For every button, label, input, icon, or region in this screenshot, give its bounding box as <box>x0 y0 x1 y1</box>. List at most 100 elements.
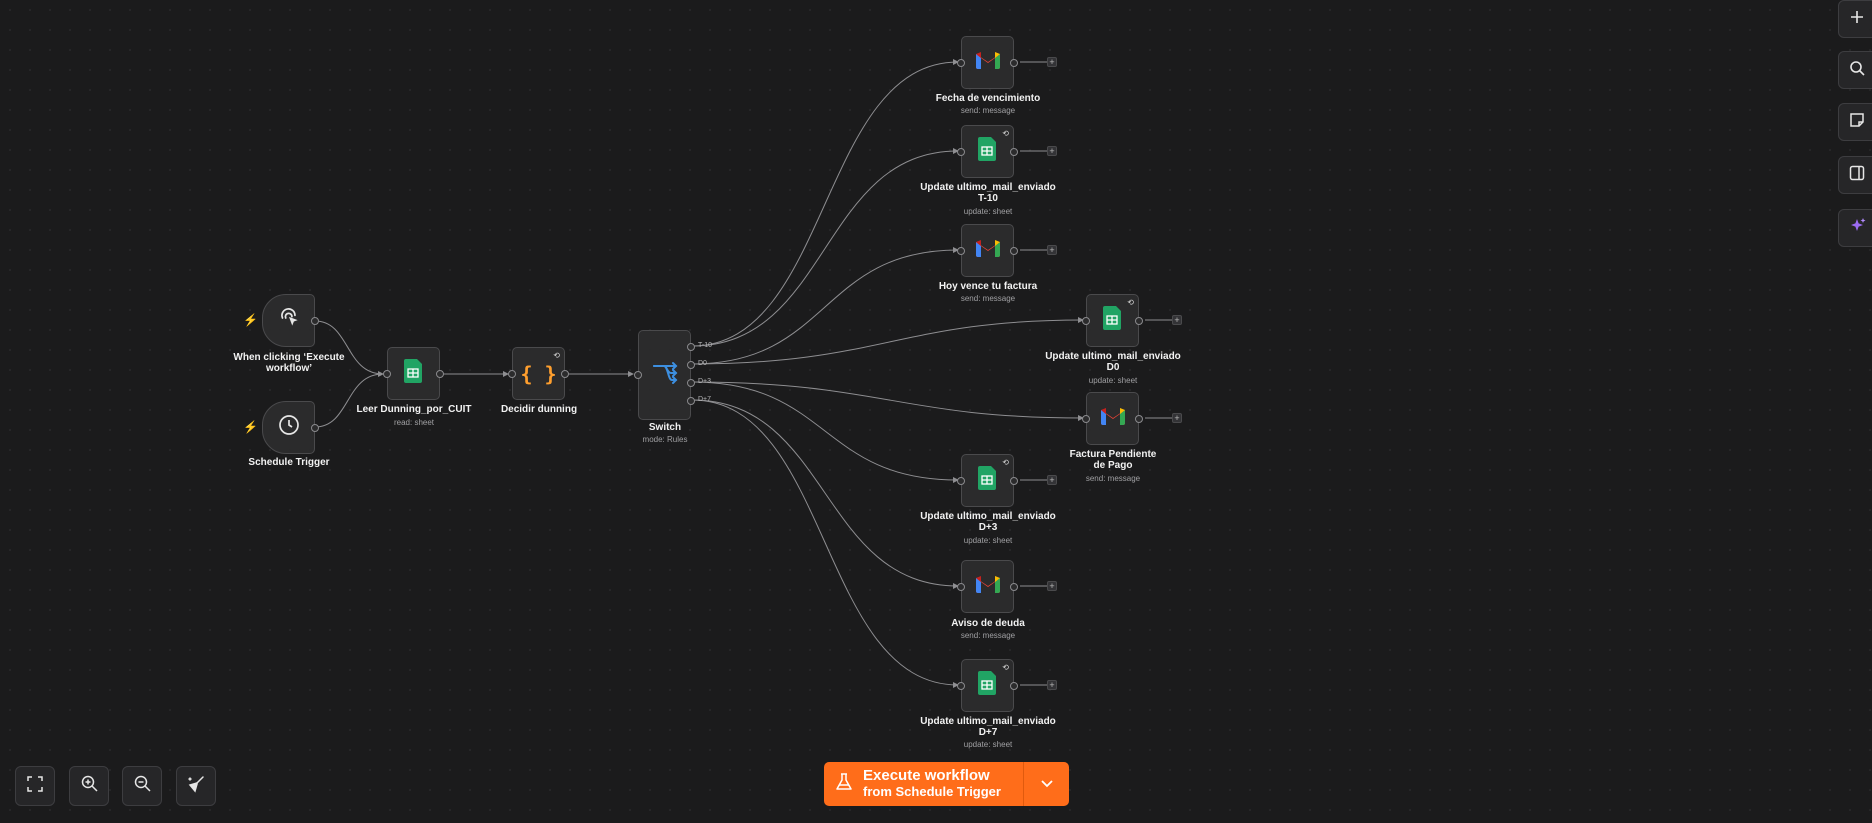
panel-icon <box>1849 165 1865 186</box>
add-node-button[interactable]: + <box>1172 413 1182 423</box>
sync-icon: ⟲ <box>553 351 560 360</box>
output-port[interactable] <box>311 423 319 432</box>
input-port[interactable] <box>957 582 965 591</box>
trigger-bolt-icon: ⚡ <box>243 420 258 434</box>
output-port-d7[interactable] <box>687 397 695 405</box>
output-port[interactable] <box>561 369 569 378</box>
gmail-icon <box>975 575 1000 598</box>
node-subtitle: send: message <box>960 631 1016 640</box>
node-update-d7[interactable]: ⟲ <box>957 659 1018 712</box>
node-subtitle: update: sheet <box>963 536 1013 545</box>
plus-icon <box>1849 9 1865 30</box>
node-label: Switch <box>648 422 682 433</box>
zoom-out-button[interactable] <box>122 766 162 806</box>
gmail-icon <box>975 239 1000 262</box>
input-port[interactable] <box>957 147 965 156</box>
node-decidir-dunning[interactable]: ⟲ { } <box>508 347 569 400</box>
output-port[interactable] <box>1135 414 1143 423</box>
node-manual-trigger[interactable] <box>262 294 319 347</box>
node-switch[interactable] <box>634 330 695 420</box>
broom-icon <box>187 775 205 798</box>
node-fecha-vencimiento[interactable] <box>957 36 1018 89</box>
sync-icon: ⟲ <box>1127 298 1134 307</box>
output-port[interactable] <box>1010 582 1018 591</box>
input-port[interactable] <box>957 476 965 485</box>
execute-workflow-main[interactable]: Execute workflow from Schedule Trigger <box>824 762 1023 806</box>
add-node-button[interactable]: + <box>1047 245 1057 255</box>
add-node-button[interactable]: + <box>1047 581 1057 591</box>
node-schedule-trigger[interactable] <box>262 401 319 454</box>
input-port[interactable] <box>1082 414 1090 423</box>
execute-workflow-button[interactable]: Execute workflow from Schedule Trigger <box>824 762 1069 806</box>
output-port-d0[interactable] <box>687 361 695 369</box>
execute-dropdown-button[interactable] <box>1023 762 1069 806</box>
google-sheets-icon <box>977 466 998 495</box>
output-port[interactable] <box>1010 476 1018 485</box>
sticky-note-button[interactable] <box>1838 103 1872 141</box>
add-node-button[interactable]: + <box>1047 57 1057 67</box>
output-port-d3[interactable] <box>687 379 695 387</box>
input-port[interactable] <box>957 246 965 255</box>
node-aviso-deuda[interactable] <box>957 560 1018 613</box>
switch-output-label: D0 <box>698 360 707 367</box>
fit-view-button[interactable] <box>15 766 55 806</box>
clock-icon <box>277 413 301 442</box>
wire-t10-to-update-t10 <box>691 148 959 347</box>
switch-output-label: T-10 <box>698 342 713 349</box>
node-subtitle: send: message <box>1085 474 1141 483</box>
tidy-up-button[interactable] <box>176 766 216 806</box>
input-port[interactable] <box>1082 316 1090 325</box>
output-port[interactable] <box>1010 147 1018 156</box>
zoom-out-icon <box>134 775 151 797</box>
code-braces-icon: { } <box>520 361 557 386</box>
output-port[interactable] <box>1010 58 1018 67</box>
google-sheets-icon <box>977 137 998 166</box>
switch-output-label: D+3 <box>698 378 712 385</box>
input-port[interactable] <box>957 58 965 67</box>
node-label: Factura Pendiente de Pago <box>1069 449 1157 471</box>
add-node-button[interactable]: + <box>1047 475 1057 485</box>
node-update-d3[interactable]: ⟲ <box>957 454 1018 507</box>
trigger-bolt-icon: ⚡ <box>243 313 258 327</box>
input-port[interactable] <box>634 371 642 379</box>
add-node-button[interactable]: + <box>1047 680 1057 690</box>
google-sheets-icon <box>1102 306 1123 335</box>
connections <box>314 59 1175 688</box>
input-port[interactable] <box>957 681 965 690</box>
sync-icon: ⟲ <box>1002 129 1009 138</box>
add-node-button[interactable]: + <box>1047 146 1057 156</box>
output-port[interactable] <box>1135 316 1143 325</box>
switch-output-label: D+7 <box>698 396 712 403</box>
node-update-t10[interactable]: ⟲ <box>957 125 1018 178</box>
node-subtitle: send: message <box>960 106 1016 115</box>
gmail-icon <box>975 51 1000 74</box>
add-node-sidebar-button[interactable] <box>1838 0 1872 38</box>
search-icon <box>1849 60 1865 81</box>
pointer-click-icon <box>276 305 302 336</box>
sticky-note-icon <box>1849 112 1865 133</box>
input-port[interactable] <box>383 369 391 378</box>
node-subtitle: update: sheet <box>1088 376 1138 385</box>
node-factura-pendiente[interactable] <box>1082 392 1143 445</box>
node-leer-dunning[interactable] <box>383 347 444 400</box>
output-port[interactable] <box>436 369 444 378</box>
output-port-t10[interactable] <box>687 343 695 351</box>
node-update-d0[interactable]: ⟲ <box>1082 294 1143 347</box>
output-port[interactable] <box>1010 681 1018 690</box>
execute-subtitle: from Schedule Trigger <box>863 784 1001 799</box>
wire-d3-to-factura <box>691 381 1084 421</box>
input-port[interactable] <box>508 369 516 378</box>
wire-t10-to-fecha <box>691 59 959 347</box>
output-port[interactable] <box>311 316 319 325</box>
output-port[interactable] <box>1010 246 1018 255</box>
toggle-panel-button[interactable] <box>1838 156 1872 194</box>
execute-title: Execute workflow <box>863 767 990 784</box>
zoom-in-button[interactable] <box>69 766 109 806</box>
node-hoy-vence[interactable] <box>957 224 1018 277</box>
node-label: Update ultimo_mail_enviado D0 <box>1045 351 1181 373</box>
chevron-down-icon <box>1040 775 1053 793</box>
ai-assistant-button[interactable] <box>1838 209 1872 247</box>
node-subtitle: update: sheet <box>963 207 1013 216</box>
search-button[interactable] <box>1838 51 1872 89</box>
add-node-button[interactable]: + <box>1172 315 1182 325</box>
